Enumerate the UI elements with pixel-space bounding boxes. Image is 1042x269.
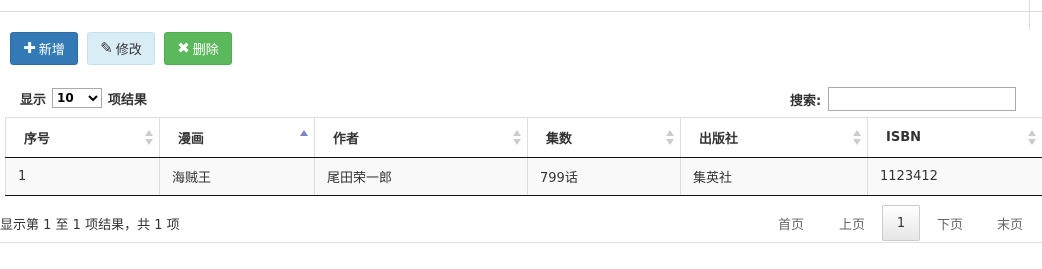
bottom-divider: [0, 242, 1042, 243]
search-label: 搜索:: [790, 93, 822, 109]
column-header-manga[interactable]: 漫画: [159, 117, 315, 158]
close-icon: ✖: [177, 39, 190, 57]
current-page-button[interactable]: 1: [882, 205, 920, 241]
length-prefix: 显示: [20, 92, 47, 108]
cell-episodes: 799话: [527, 157, 681, 196]
delete-button[interactable]: ✖ 删除: [164, 32, 232, 65]
previous-page-button[interactable]: 上页: [822, 205, 882, 241]
top-divider: [0, 11, 1042, 12]
sort-icon: [145, 130, 153, 146]
column-header-label: 作者: [333, 132, 360, 147]
first-page-button[interactable]: 首页: [760, 205, 822, 241]
cell-isbn: 1123412: [867, 157, 1042, 196]
cell-manga: 海贼王: [159, 157, 315, 196]
column-header-label: 序号: [24, 132, 51, 147]
cell-author: 尾田荣一郎: [314, 157, 528, 196]
search-control: 搜索:: [790, 86, 1017, 112]
pagination: 首页 上页 1 下页 末页: [760, 204, 1040, 242]
next-page-button[interactable]: 下页: [920, 205, 980, 241]
cell-index: 1: [5, 157, 160, 196]
column-header-episodes[interactable]: 集数: [527, 117, 681, 158]
last-page-button[interactable]: 末页: [980, 205, 1040, 241]
column-header-publisher[interactable]: 出版社: [680, 117, 868, 158]
right-divider: [1029, 0, 1030, 30]
table-info: 显示第 1 至 1 项结果，共 1 项: [0, 218, 180, 233]
pencil-icon: ✎: [100, 39, 113, 57]
add-button-label: 新增: [38, 43, 65, 58]
sort-ascending-icon: [300, 130, 308, 146]
cell-publisher: 集英社: [680, 157, 868, 196]
delete-button-label: 删除: [192, 43, 219, 58]
sort-icon: [666, 130, 674, 146]
data-table: 序号 漫画 作者 集数 出版社 ISBN 1 海贼王 尾田荣一郎 799话 集英…: [5, 117, 1042, 196]
sort-icon: [513, 130, 521, 146]
sort-icon: [1028, 130, 1036, 146]
page-length-select[interactable]: 10: [52, 88, 103, 108]
column-header-label: 集数: [546, 132, 573, 147]
column-header-label: ISBN: [886, 130, 921, 145]
column-header-isbn[interactable]: ISBN: [867, 117, 1042, 158]
search-input[interactable]: [828, 87, 1017, 111]
add-button[interactable]: ✚ 新增: [10, 32, 78, 65]
column-header-author[interactable]: 作者: [314, 117, 528, 158]
edit-button-label: 修改: [115, 43, 142, 58]
page-length-control: 显示 10 项结果: [20, 88, 147, 108]
length-suffix: 项结果: [108, 92, 148, 108]
column-header-index[interactable]: 序号: [5, 117, 160, 158]
column-header-label: 出版社: [699, 132, 739, 147]
edit-button[interactable]: ✎ 修改: [87, 32, 155, 65]
table-header-row: 序号 漫画 作者 集数 出版社 ISBN: [5, 117, 1042, 158]
sort-icon: [853, 130, 861, 146]
table-row[interactable]: 1 海贼王 尾田荣一郎 799话 集英社 1123412: [5, 157, 1042, 196]
plus-icon: ✚: [23, 39, 36, 57]
column-header-label: 漫画: [178, 132, 205, 147]
